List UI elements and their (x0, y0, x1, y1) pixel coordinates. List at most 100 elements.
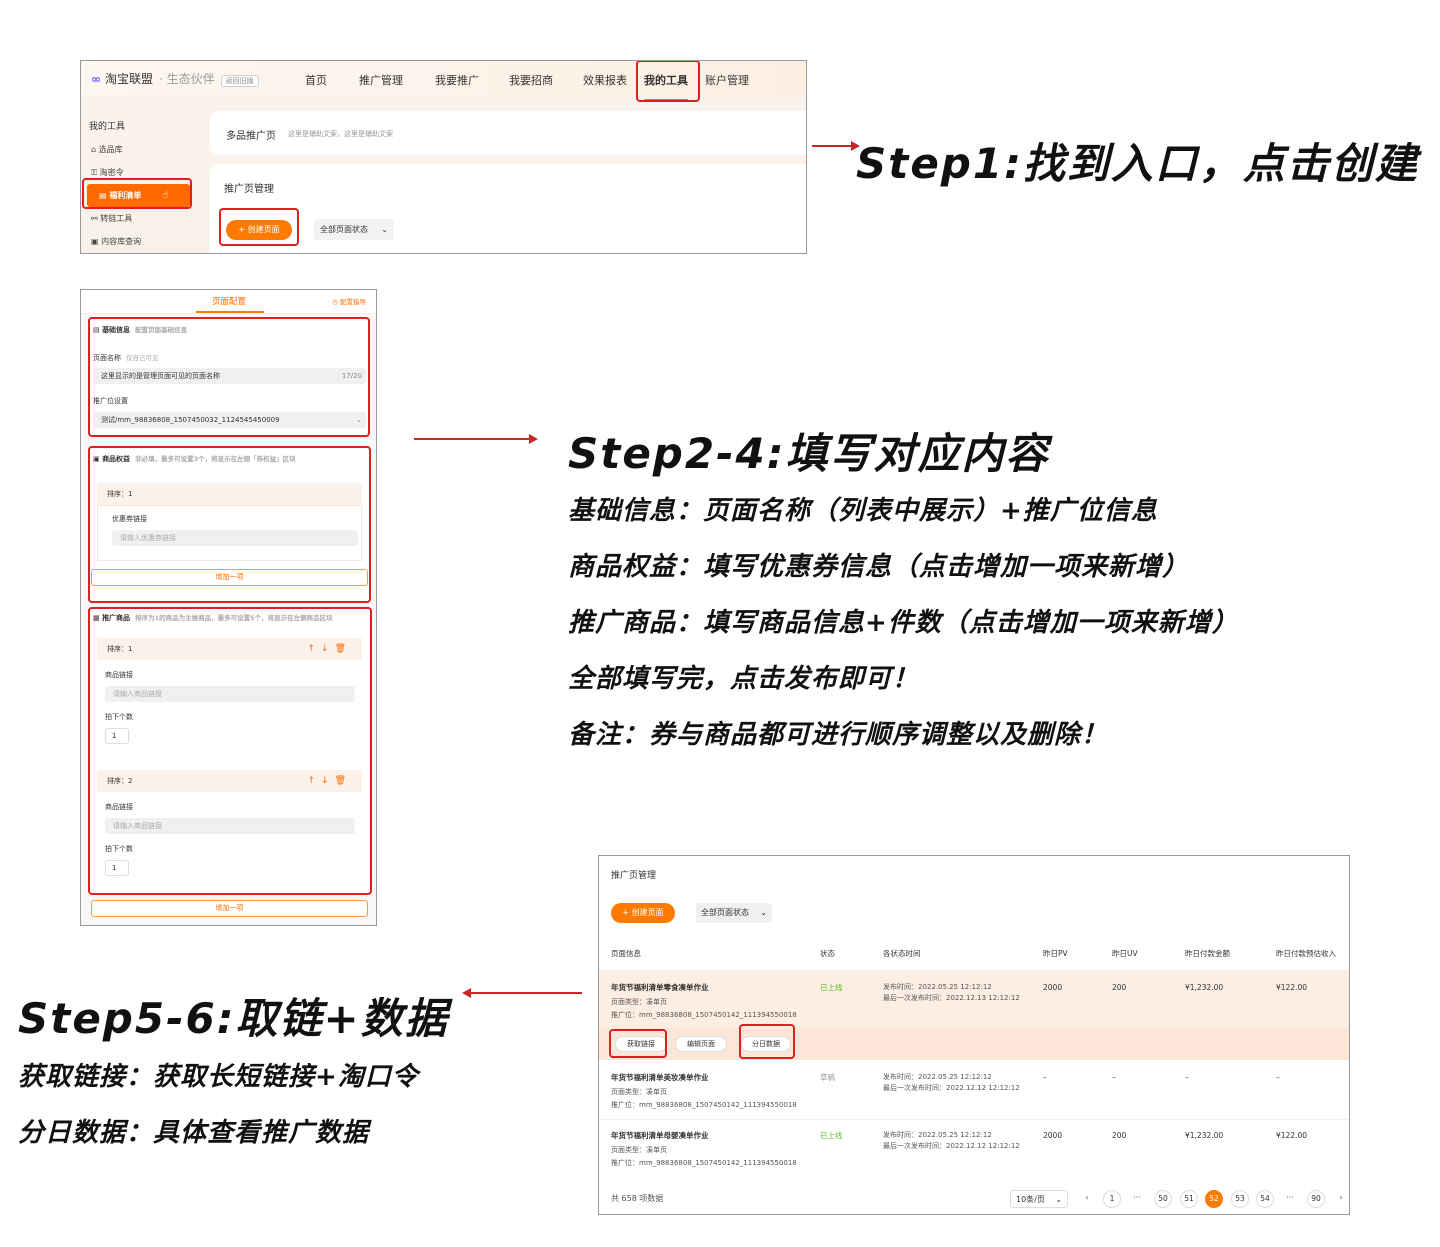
step2-line-5: 备注：券与商品都可进行顺序调整以及删除！ (568, 720, 1109, 750)
page-1[interactable]: 1 (1103, 1190, 1121, 1208)
row-pub-time: 发布时间：2022.05.25 12:12:12 (883, 1131, 992, 1139)
sidebar-label: 内容库查询 (101, 237, 142, 246)
highlight-create (219, 208, 299, 246)
action-bar: 获取链接 编辑页面 分日数据 (599, 1028, 1349, 1060)
row-pub-time: 发布时间：2022.05.25 12:12:12 (883, 1073, 992, 1081)
page-52-current[interactable]: 52 (1205, 1190, 1223, 1208)
nav-promote[interactable]: 我要推广 (435, 72, 479, 88)
logo-text: 淘宝联盟 (105, 72, 154, 86)
create-page-button[interactable]: + 创建页面 (611, 903, 675, 923)
status-select-label: 全部页面状态 (701, 908, 749, 917)
highlight-basic (88, 317, 370, 437)
table-row[interactable]: 年货节福利清单零食凑单作业 页面类型：凑单页 推广位：mm_98836808_1… (599, 970, 1349, 1060)
sidebar-item-content[interactable]: ▣ 内容库查询 (81, 230, 196, 253)
next-page-icon[interactable]: › (1332, 1190, 1349, 1208)
sidebar-item-library[interactable]: ⌂ 选品库 (81, 138, 196, 161)
page-ellipsis[interactable]: ··· (1281, 1190, 1299, 1208)
th-income: 昨日付款预估收入 (1276, 949, 1336, 958)
link-icon: ⚯ (91, 214, 98, 223)
sidebar-label: 淘密令 (99, 168, 124, 177)
guide-link[interactable]: ◷ 配置指导 (332, 296, 366, 306)
row-pv: 2000 (1043, 983, 1063, 992)
row-pay: ¥1,232.00 (1185, 983, 1224, 992)
step2-screenshot: 页面配置 ◷ 配置指导 ▤ 基础信息 配置页面基础信息 页面名称 仅自己可见 这里显… (80, 289, 377, 926)
row-type: 页面类型：凑单页 (611, 998, 667, 1006)
step2-line-1: 基础信息：页面名称（列表中展示）+推广位信息 (568, 496, 1158, 526)
step1-title: Step1:找到入口，点击创建 (856, 139, 1419, 188)
nav-merchant[interactable]: 我要招商 (509, 72, 553, 88)
sidebar-item-convert[interactable]: ⚯ 转链工具 (81, 207, 196, 230)
row-name: 年货节福利清单母婴凑单作业 (611, 1131, 709, 1140)
row-pos: 推广位：mm_98836808_1507450142_111394550018 (611, 1101, 797, 1109)
nav-account[interactable]: 账户管理 (705, 72, 749, 88)
step5-screenshot: 推广页管理 + 创建页面 全部页面状态 ⌄ 页面信息 状态 各状态时间 昨日PV … (598, 855, 1350, 1215)
row-name: 年货节福利清单美妆凑单作业 (611, 1073, 709, 1082)
old-version-link[interactable]: 返回旧版 (220, 75, 259, 87)
highlight-welfare (82, 178, 192, 209)
infinity-logo-icon: ∞ (91, 72, 101, 86)
page-size-select[interactable]: 10条/页 ⌄ (1010, 1190, 1068, 1208)
row-pv: – (1043, 1073, 1047, 1082)
logo[interactable]: ∞ 淘宝联盟 · 生态伙伴 返回旧版 (91, 70, 259, 87)
status-select[interactable]: 全部页面状态 ⌄ (314, 219, 394, 240)
chevron-down-icon: ⌄ (1055, 1195, 1062, 1204)
row-pos: 推广位：mm_98836808_1507450142_111394550018 (611, 1159, 797, 1167)
highlight-rights (88, 446, 371, 603)
chevron-down-icon: ⌄ (381, 225, 388, 234)
row-uv: 200 (1112, 983, 1127, 992)
nav-promo-manage[interactable]: 推广管理 (359, 72, 403, 88)
row-pay: ¥1,232.00 (1185, 1131, 1224, 1140)
clock-icon: ◷ (332, 298, 338, 306)
row-pay: – (1185, 1073, 1189, 1082)
nav-reports[interactable]: 效果报表 (583, 72, 627, 88)
row-pub-time: 发布时间：2022.05.25 12:12:12 (883, 983, 992, 991)
status-badge: 已上线 (820, 983, 843, 992)
th-status: 状态 (820, 949, 835, 958)
row-name: 年货节福利清单零食凑单作业 (611, 983, 709, 992)
page-50[interactable]: 50 (1154, 1190, 1172, 1208)
sidebar-label: 选品库 (98, 145, 123, 154)
step5-title: Step5-6:取链+数据 (18, 994, 449, 1043)
row-uv: 200 (1112, 1131, 1127, 1140)
arrow-step1 (812, 141, 860, 151)
manage-card: 推广页管理 + 创建页面 全部页面状态 ⌄ (210, 164, 806, 253)
status-badge: 草稿 (820, 1073, 835, 1082)
page-size-label: 10条/页 (1016, 1195, 1045, 1204)
prev-page-icon[interactable]: ‹ (1078, 1190, 1096, 1208)
row-last-time: 最后一次发布时间：2022.12.12 12:12:12 (883, 1142, 1020, 1150)
row-pos: 推广位：mm_98836808_1507450142_111394550018 (611, 1011, 797, 1019)
row-last-time: 最后一次发布时间：2022.12.13 12:12:12 (883, 994, 1020, 1002)
status-badge: 已上线 (820, 1131, 843, 1140)
edit-page-button[interactable]: 编辑页面 (675, 1036, 727, 1052)
th-pv: 昨日PV (1043, 949, 1068, 958)
sidebar-head: 我的工具 (89, 122, 126, 132)
page-54[interactable]: 54 (1256, 1190, 1274, 1208)
step5-line-1: 获取链接：获取长短链接+淘口令 (18, 1062, 419, 1092)
goods-add-button[interactable]: 增加一项 (91, 900, 368, 917)
status-select[interactable]: 全部页面状态 ⌄ (696, 903, 772, 923)
highlight-get-link (609, 1029, 667, 1058)
row-income: – (1276, 1073, 1280, 1082)
highlight-daily-data (739, 1024, 795, 1059)
table-row[interactable]: 年货节福利清单美妆凑单作业 页面类型：凑单页 推广位：mm_98836808_1… (599, 1064, 1349, 1120)
th-info: 页面信息 (611, 949, 641, 958)
highlight-my-tools (636, 61, 700, 102)
page-ellipsis[interactable]: ··· (1128, 1190, 1146, 1208)
tab-underline (196, 311, 264, 313)
nav-home[interactable]: 首页 (305, 72, 327, 88)
tab-page-config[interactable]: 页面配置 (212, 295, 246, 307)
page-90[interactable]: 90 (1307, 1190, 1325, 1208)
step2-line-2: 商品权益：填写优惠券信息（点击增加一项来新增） (568, 552, 1190, 582)
arrow-step2 (414, 434, 538, 444)
page-51[interactable]: 51 (1180, 1190, 1198, 1208)
manage-title: 推广页管理 (611, 871, 657, 881)
status-select-label: 全部页面状态 (320, 225, 368, 234)
table-row[interactable]: 年货节福利清单母婴凑单作业 页面类型：凑单页 推广位：mm_98836808_1… (599, 1122, 1349, 1178)
page-53[interactable]: 53 (1231, 1190, 1249, 1208)
home-icon: ⌂ (91, 145, 97, 154)
logo-sub: · 生态伙伴 (159, 72, 215, 86)
info-card: 多品推广页 这里是辅助文案，这里是辅助文案 (210, 111, 806, 155)
step1-screenshot: ∞ 淘宝联盟 · 生态伙伴 返回旧版 首页 推广管理 我要推广 我要招商 效果报表 我… (80, 60, 807, 254)
arrow-step5 (462, 988, 582, 998)
guide-label: 配置指导 (340, 298, 366, 306)
